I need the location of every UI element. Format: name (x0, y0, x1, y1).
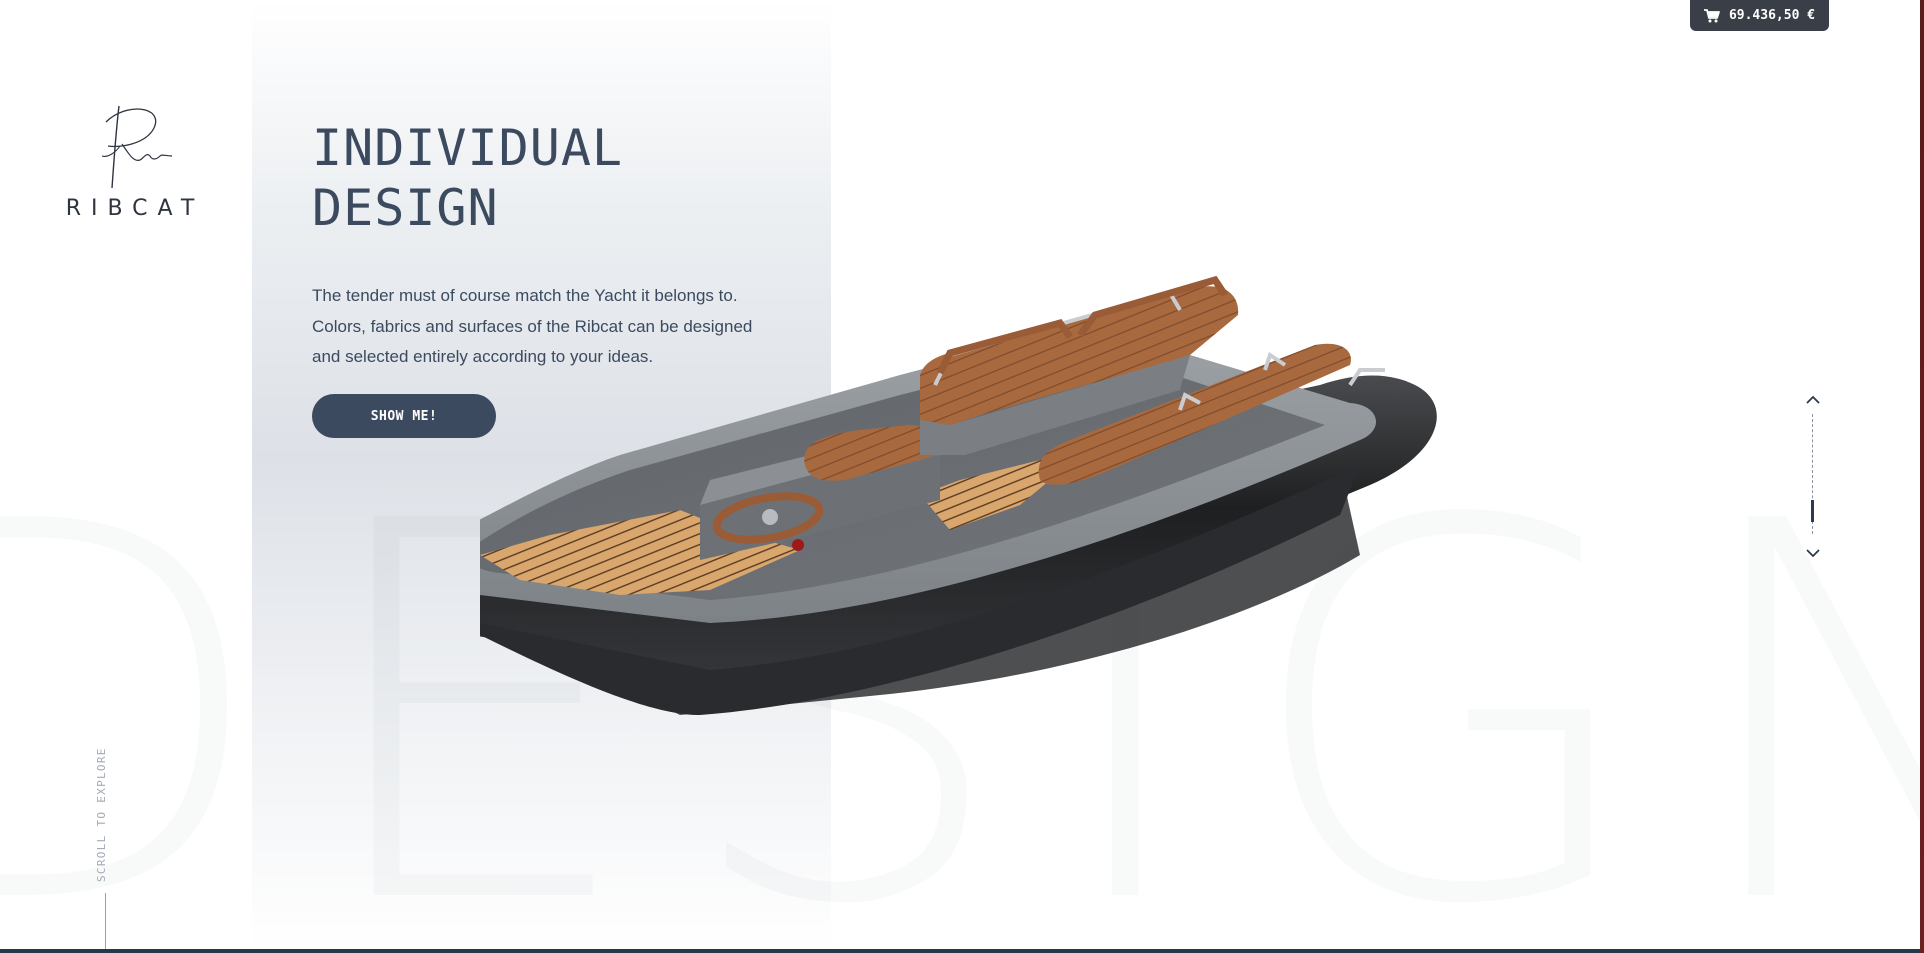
hero-title-line-2: DESIGN (312, 179, 499, 237)
window-right-edge (1920, 0, 1924, 953)
next-slide-button[interactable] (1800, 542, 1826, 564)
hero-title: INDIVIDUAL DESIGN (312, 118, 623, 238)
scroll-indicator-line (105, 893, 106, 953)
previous-slide-button[interactable] (1800, 388, 1826, 410)
brand-logo[interactable]: RIBCAT (56, 100, 206, 221)
slide-progress-indicator (1811, 500, 1814, 522)
scroll-to-explore-hint[interactable]: SCROLL TO EXPLORE (95, 738, 117, 888)
chevron-down-icon (1806, 548, 1820, 557)
chevron-up-icon (1806, 395, 1820, 404)
cart-total-button[interactable]: 69.436,50 € (1690, 0, 1829, 31)
cart-icon (1703, 8, 1720, 22)
scroll-to-explore-label: SCROLL TO EXPLORE (95, 747, 108, 882)
boat-render-image (480, 275, 1437, 715)
show-me-button[interactable]: SHOW ME! (312, 394, 496, 438)
signature-logo-icon (101, 105, 173, 189)
slide-navigation (1800, 388, 1826, 564)
page: DESIGN RIBCAT INDIVIDUAL DESIGN The tend… (0, 0, 1924, 953)
bottom-divider (0, 949, 1924, 953)
cart-total-amount: 69.436,50 € (1728, 8, 1816, 23)
hero-title-line-1: INDIVIDUAL (312, 119, 624, 177)
brand-wordmark: RIBCAT (65, 196, 205, 221)
